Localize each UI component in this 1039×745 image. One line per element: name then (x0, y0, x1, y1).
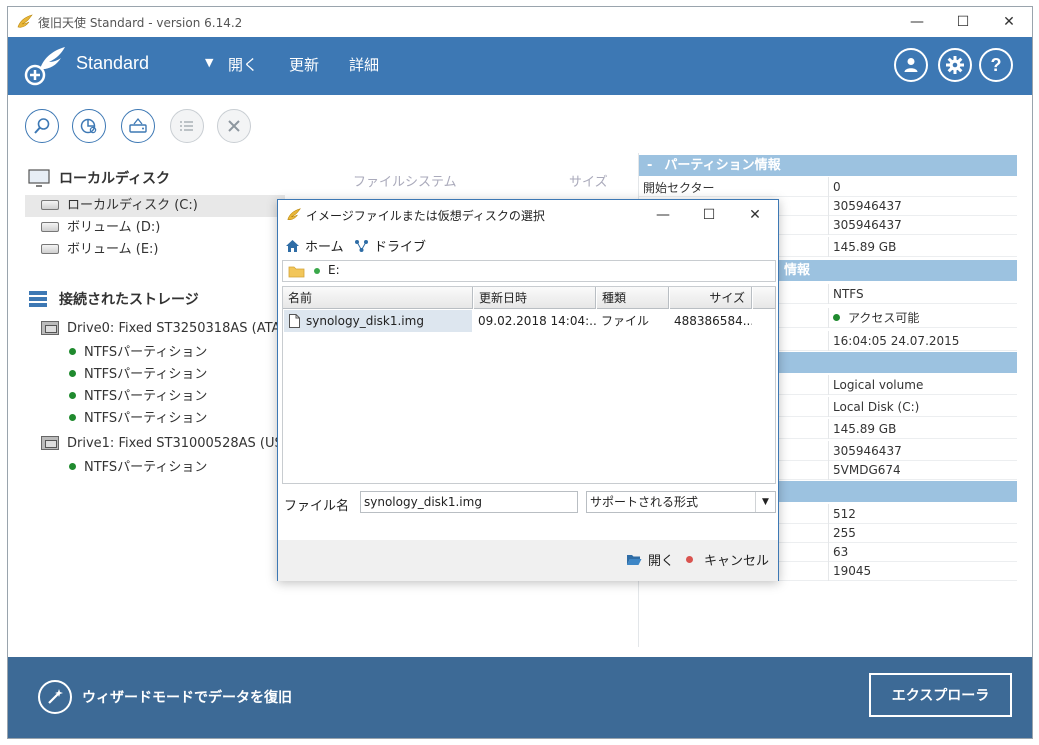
network-drives-icon (355, 239, 368, 252)
filename-input[interactable]: synology_disk1.img (360, 491, 578, 513)
drive0-partition-3[interactable]: NTFSパーティション (69, 386, 207, 408)
status-green-icon (69, 463, 76, 470)
title-bar: 復旧天使 Standard - version 6.14.2 — ☐ ✕ (8, 7, 1032, 37)
collapse-icon: - (647, 158, 653, 173)
angel-wing-icon (17, 14, 33, 28)
cancel-button[interactable]: キャンセル (686, 550, 769, 569)
settings-button[interactable] (938, 48, 972, 82)
dropdown-caret-icon[interactable]: ▼ (205, 56, 213, 69)
nav-home[interactable]: ホーム (285, 236, 344, 255)
hard-disk-icon (41, 221, 59, 232)
column-name[interactable]: 名前 (283, 287, 473, 309)
status-green-icon (69, 414, 76, 421)
drive-icon (41, 320, 59, 335)
help-button[interactable]: ? (979, 48, 1013, 82)
column-type[interactable]: 種類 (597, 287, 669, 309)
drive-image-icon (129, 117, 147, 133)
file-modified-cell[interactable]: 09.02.2018 14:04:... (474, 310, 596, 332)
partition-scan-button[interactable] (72, 109, 106, 143)
drive0-partition-2[interactable]: NTFSパーティション (69, 364, 207, 386)
current-path: E: (328, 263, 340, 277)
dialog-title: イメージファイルまたは仮想ディスクの選択 (306, 209, 545, 223)
close-icon (228, 120, 240, 132)
user-icon (904, 58, 918, 72)
open-button[interactable]: 開く (626, 550, 674, 569)
path-bar[interactable]: E: (282, 260, 776, 282)
open-folder-icon (627, 554, 642, 565)
disk-scan-icon (80, 118, 97, 134)
file-icon (289, 313, 300, 328)
drive1-partition-1[interactable]: NTFSパーティション (69, 457, 207, 479)
volume-d[interactable]: ボリューム (D:) (25, 217, 160, 239)
prop-row: 開始セクター 0 (639, 177, 1017, 197)
size-column-header[interactable]: サイズ (569, 171, 608, 190)
folder-icon (288, 266, 305, 278)
drive0-partition-4[interactable]: NTFSパーティション (69, 408, 207, 430)
wizard-mode-button[interactable] (38, 680, 72, 714)
filesystem-column-header[interactable]: ファイルシステム (353, 171, 457, 190)
nav-drives[interactable]: ドライブ (354, 236, 426, 255)
dialog-close-button[interactable]: ✕ (732, 200, 778, 230)
image-select-dialog: イメージファイルまたは仮想ディスクの選択 — ☐ ✕ ホーム ドライブ E: 名… (277, 199, 779, 581)
partition-info-header[interactable]: - パーティション情報 (639, 155, 1017, 176)
list-icon (180, 121, 193, 131)
dialog-maximize-button[interactable]: ☐ (686, 200, 732, 230)
hard-disk-icon (41, 243, 59, 254)
image-toolbar-button[interactable] (121, 109, 155, 143)
magic-wand-icon (48, 689, 63, 704)
dialog-minimize-button[interactable]: — (640, 200, 686, 230)
file-list[interactable]: 名前 更新日時 種類 サイズ synology_disk1.img 09.02.… (282, 286, 776, 484)
local-disk-section-title: ローカルディスク (59, 171, 171, 187)
format-select[interactable]: サポートされる形式 ▼ (586, 491, 776, 513)
window-title: 復旧天使 Standard - version 6.14.2 (38, 16, 243, 30)
angel-wing-icon (287, 208, 301, 220)
local-disk-c[interactable]: ローカルディスク (C:) (25, 195, 285, 217)
brand-label: Standard (76, 53, 150, 73)
search-toolbar-button[interactable] (25, 109, 59, 143)
volume-e[interactable]: ボリューム (E:) (25, 239, 158, 261)
status-green-icon (69, 392, 76, 399)
status-green-icon (833, 314, 840, 321)
question-icon: ? (990, 54, 1002, 75)
angel-logo-icon (24, 47, 65, 86)
menu-refresh[interactable]: 更新 (289, 54, 319, 75)
hard-disk-icon (41, 199, 59, 210)
magnifier-icon (34, 118, 50, 134)
explorer-button[interactable]: エクスプローラ (869, 673, 1012, 717)
file-name-cell[interactable]: synology_disk1.img (284, 310, 472, 332)
status-green-icon (69, 370, 76, 377)
storage-icon (29, 291, 47, 307)
maximize-button[interactable]: ☐ (940, 7, 986, 37)
file-type-cell[interactable]: ファイル (597, 310, 669, 332)
menu-details[interactable]: 詳細 (349, 54, 379, 75)
close-toolbar-button[interactable] (217, 109, 251, 143)
chevron-down-icon: ▼ (755, 492, 775, 512)
wizard-mode-label[interactable]: ウィザードモードでデータを復旧 (82, 687, 292, 707)
cancel-dot-icon (686, 556, 693, 563)
drive-icon (41, 435, 59, 450)
drive1-item[interactable]: Drive1: Fixed ST31000528AS (USB) (41, 433, 297, 455)
menu-open[interactable]: 開く (228, 54, 258, 75)
drive0-partition-1[interactable]: NTFSパーティション (69, 342, 207, 364)
gear-icon (946, 56, 964, 74)
minimize-button[interactable]: — (894, 7, 940, 37)
status-green-icon (69, 348, 76, 355)
file-size-cell[interactable]: 488386584... (670, 310, 752, 332)
bottom-bar: ウィザードモードでデータを復旧 エクスプローラ (8, 657, 1032, 738)
filename-label: ファイル名 (284, 499, 350, 514)
drive0-item[interactable]: Drive0: Fixed ST3250318AS (ATA) (41, 318, 285, 340)
user-button[interactable] (894, 48, 928, 82)
list-toolbar-button[interactable] (170, 109, 204, 143)
close-button[interactable]: ✕ (986, 7, 1032, 37)
app-header: Standard ▼ 開く 更新 詳細 ? (8, 37, 1032, 95)
column-extra (753, 287, 776, 309)
column-size[interactable]: サイズ (670, 287, 752, 309)
status-green-icon (314, 268, 320, 274)
connected-storage-section-title: 接続されたストレージ (59, 292, 199, 308)
monitor-icon (28, 169, 50, 187)
column-modified[interactable]: 更新日時 (474, 287, 596, 309)
home-icon (286, 239, 299, 252)
